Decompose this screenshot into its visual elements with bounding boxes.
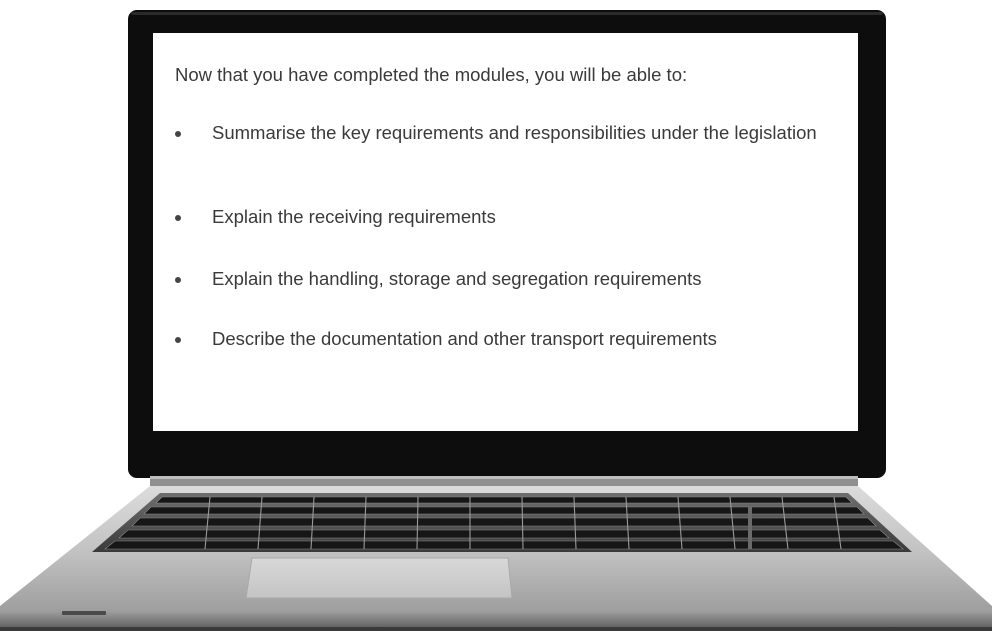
slide-stage: Now that you have completed the modules,…: [0, 0, 992, 631]
bullet-icon: [175, 215, 181, 221]
bullet-icon: [175, 277, 181, 283]
numpad-gap: [748, 507, 752, 549]
list-item: Explain the handling, storage and segreg…: [175, 267, 835, 291]
side-port: [62, 611, 106, 615]
list-item-text: Explain the receiving requirements: [212, 206, 496, 227]
list-item-text: Describe the documentation and other tra…: [212, 328, 717, 349]
bullet-icon: [175, 131, 181, 137]
list-item: Describe the documentation and other tra…: [175, 327, 835, 351]
intro-text: Now that you have completed the modules,…: [175, 64, 688, 85]
hinge-highlight: [150, 476, 858, 479]
bezel-sheen: [131, 12, 883, 15]
touchpad: [245, 557, 513, 599]
bullet-icon: [175, 337, 181, 343]
front-edge-shadow: [0, 627, 992, 631]
list-item-text: Explain the handling, storage and segreg…: [212, 268, 702, 289]
screen-display: Now that you have completed the modules,…: [153, 33, 858, 431]
list-item: Explain the receiving requirements: [175, 205, 835, 229]
list-item-text: Summarise the key requirements and respo…: [212, 122, 817, 143]
list-item: Summarise the key requirements and respo…: [175, 121, 835, 145]
